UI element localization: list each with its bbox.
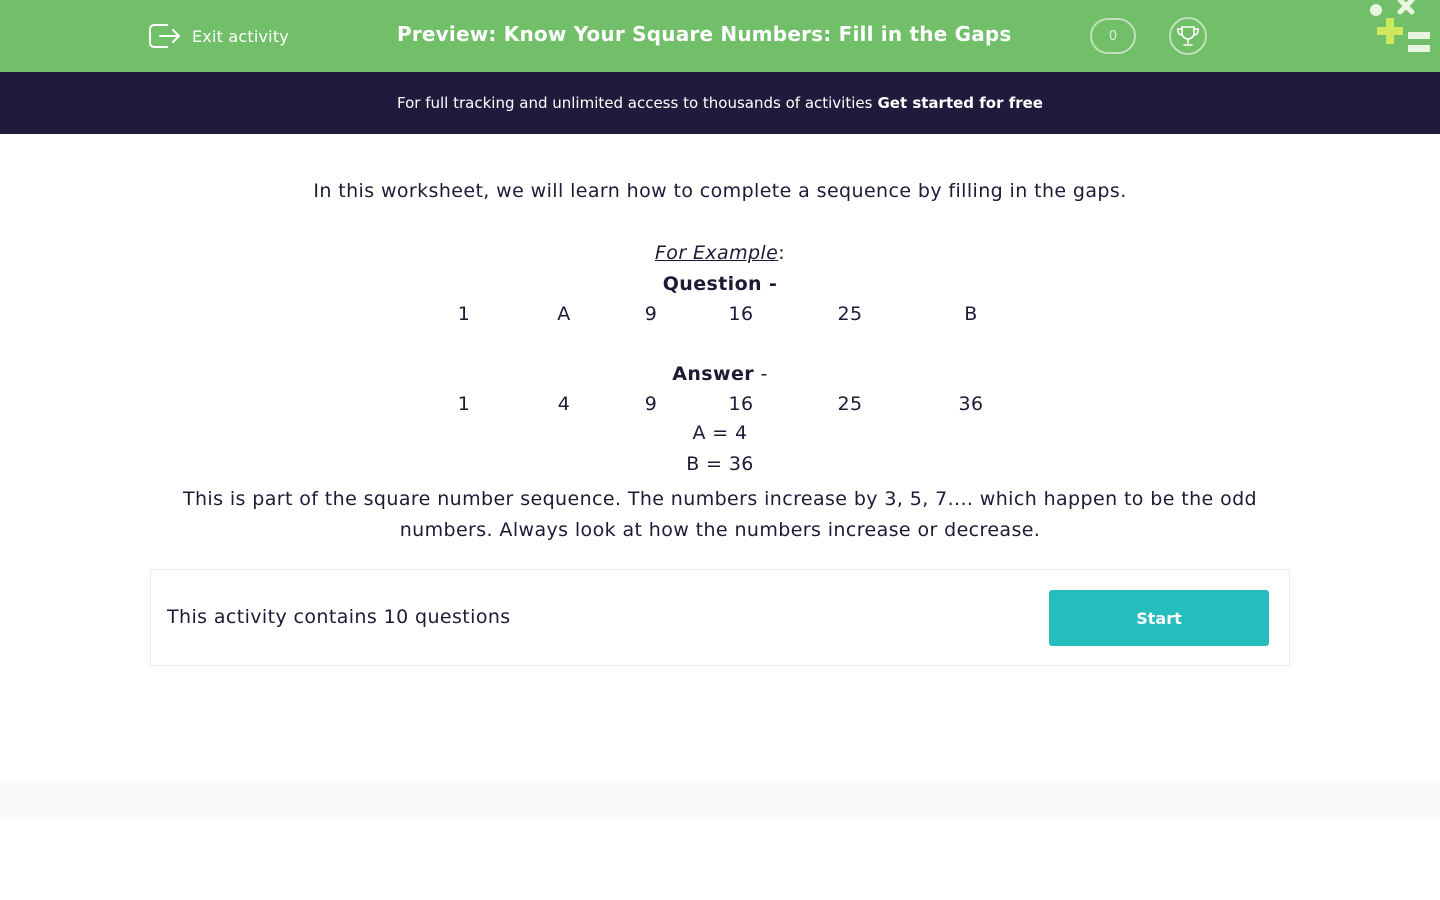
footer-strip [0,781,1440,819]
answer-heading: Answer - [150,363,1290,385]
question-heading: Question - [662,273,778,295]
answer-sequence: 1 4 9 16 25 36 [150,393,1290,419]
activity-summary: This activity contains 10 questions [167,606,511,628]
sequence-item: 16 [728,393,754,415]
sequence-item: 25 [837,303,863,325]
sequence-item: 16 [728,303,754,325]
example-label: For Example [654,242,779,264]
score-badge: 0 [1090,18,1136,54]
question-sequence: 1 A 9 16 25 B [150,303,1290,329]
logo-icon [1370,0,1430,52]
banner-text: For full tracking and unlimited access t… [397,94,873,112]
exit-icon [149,24,180,48]
trophy-button[interactable] [1169,17,1207,55]
page-title: Preview: Know Your Square Numbers: Fill … [397,22,1012,46]
sequence-item: 1 [457,303,471,325]
start-button[interactable]: Start [1049,590,1269,646]
sequence-item: B [964,303,978,325]
sequence-item: A [557,303,571,325]
sequence-item: 1 [457,393,471,415]
promo-banner: For full tracking and unlimited access t… [0,72,1440,134]
sequence-item: 4 [557,393,571,415]
example-colon: : [778,242,786,264]
exit-activity-label: Exit activity [192,26,289,46]
sequence-item: 9 [644,303,658,325]
answer-dash: - [754,363,768,385]
sequence-item: 36 [958,393,984,415]
exit-activity-button[interactable]: Exit activity [148,20,289,52]
sequence-item: 9 [644,393,658,415]
explanation-text: This is part of the square number sequen… [182,488,1258,541]
intro-text: In this worksheet, we will learn how to … [313,180,1127,202]
trophy-icon [1177,26,1199,46]
example-heading: For Example: [150,242,1290,264]
answer-b: B = 36 [686,453,754,475]
answer-a: A = 4 [692,422,748,444]
activity-start-card: This activity contains 10 questions Star… [150,569,1290,666]
top-header: Exit activity Preview: Know Your Square … [0,0,1440,72]
get-started-link[interactable]: Get started for free [877,94,1043,112]
answer-label: Answer [672,363,755,385]
sequence-item: 25 [837,393,863,415]
